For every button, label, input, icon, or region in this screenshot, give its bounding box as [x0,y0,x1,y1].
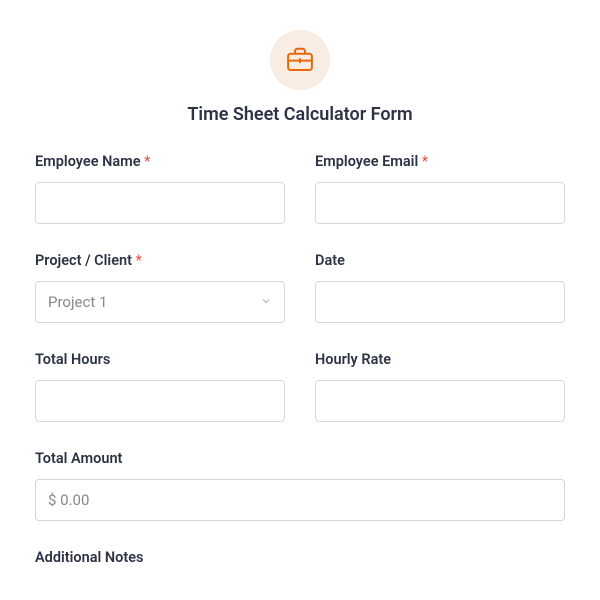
required-marker: * [144,153,150,170]
project-client-select[interactable]: Project 1 [35,281,285,323]
additional-notes-label: Additional Notes [35,549,565,566]
date-input[interactable] [315,281,565,323]
briefcase-icon [285,45,315,75]
employee-name-input[interactable] [35,182,285,224]
briefcase-icon-circle [270,30,330,90]
total-amount-label: Total Amount [35,450,565,467]
required-marker: * [422,153,428,170]
required-marker: * [136,252,142,269]
chevron-down-icon [260,293,272,311]
form-title: Time Sheet Calculator Form [35,104,565,125]
total-hours-label: Total Hours [35,351,285,368]
project-client-selected: Project 1 [48,293,107,311]
hourly-rate-label: Hourly Rate [315,351,565,368]
date-label: Date [315,252,565,269]
hourly-rate-input[interactable] [315,380,565,422]
project-client-label: Project / Client * [35,252,285,269]
employee-name-label: Employee Name * [35,153,285,170]
employee-email-label: Employee Email * [315,153,565,170]
total-amount-value: $ 0.00 [35,479,565,521]
employee-email-input[interactable] [315,182,565,224]
total-hours-input[interactable] [35,380,285,422]
